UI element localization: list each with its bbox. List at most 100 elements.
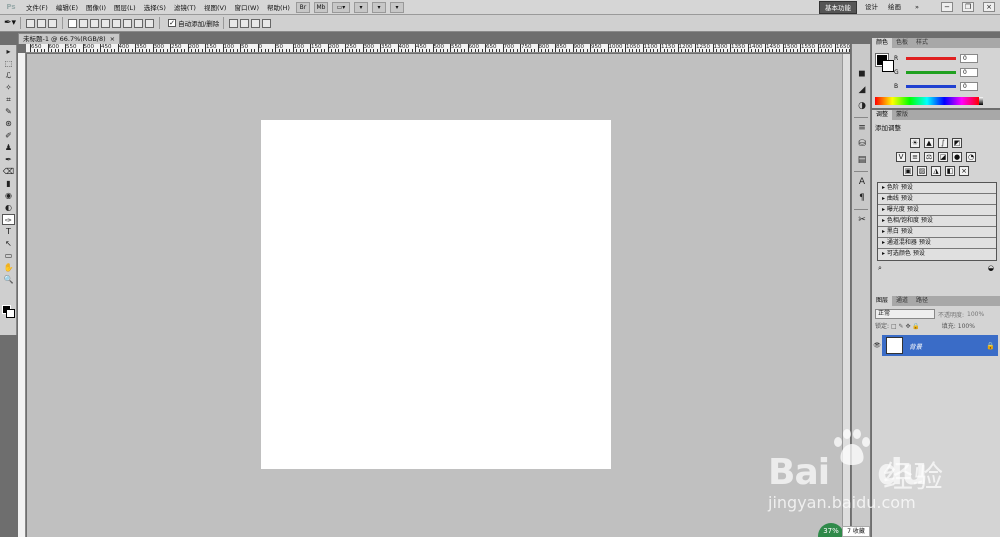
zoom-dropdown[interactable]: ▾ [353,1,368,13]
navigator-panel-icon[interactable]: ◢ [854,83,870,98]
move-tool-icon[interactable]: ▸ [2,46,15,57]
fill-pixels-icon[interactable] [48,18,58,28]
clone-stamp-tool-icon[interactable]: ♟ [2,142,15,153]
shape-tool-icon[interactable]: ▭ [2,250,15,261]
close-icon[interactable]: × [983,2,995,12]
lock-icons[interactable]: □ ✎ ✥ 🔒 [891,323,920,330]
tab-adjustments[interactable]: 调整 [872,110,893,120]
type-tool-icon[interactable]: T [2,226,15,237]
color-spectrum-bar[interactable] [875,97,979,105]
list-item[interactable]: ▸ 色相/饱和度 预设 [878,216,996,227]
hand-tool-icon[interactable]: ✋ [2,262,15,273]
vibrance-icon[interactable]: V [896,152,906,162]
healing-brush-tool-icon[interactable]: ⊛ [2,118,15,129]
list-item[interactable]: ▸ 色阶 预设 [878,183,996,194]
path-exclude-icon[interactable] [262,18,272,28]
list-item[interactable]: ▸ 曲线 预设 [878,194,996,205]
menu-help[interactable]: 帮助(H) [263,2,294,12]
path-intersect-icon[interactable] [251,18,261,28]
channel-mixer-icon[interactable]: ◔ [966,152,976,162]
path-subtract-icon[interactable] [240,18,250,28]
blur-tool-icon[interactable]: ◉ [2,190,15,201]
lasso-tool-icon[interactable]: ℒ [2,70,15,81]
screen-mode-button[interactable]: ▾ [389,1,404,13]
close-document-icon[interactable]: × [110,34,115,44]
black-white-ramp[interactable] [979,97,983,105]
history-brush-tool-icon[interactable]: ✒ [2,154,15,165]
menu-filter[interactable]: 滤镜(T) [170,2,200,12]
gradient-map-icon[interactable]: ◧ [945,166,955,176]
tab-styles[interactable]: 样式 [912,38,932,48]
threshold-icon[interactable]: ◮ [931,166,941,176]
crop-tool-icon[interactable]: ⌗ [2,94,15,105]
custom-shape-icon[interactable] [145,18,155,28]
tab-masks[interactable]: 蒙版 [892,110,912,120]
eye-icon[interactable]: 👁 [872,335,882,356]
document-tab[interactable]: 未标题-1 @ 66.7%(RGB/8) × [18,33,121,44]
red-slider[interactable] [906,56,956,60]
blue-slider[interactable] [906,84,956,88]
arrange-documents-button[interactable]: ▾ [371,1,386,13]
tab-paths[interactable]: 路径 [912,296,932,306]
invert-icon[interactable]: ▣ [903,166,913,176]
rectangle-icon[interactable] [90,18,100,28]
polygon-icon[interactable] [123,18,133,28]
list-item[interactable]: ▸ 黑白 预设 [878,227,996,238]
layer-name[interactable]: 背景 [909,341,986,351]
vertical-ruler[interactable] [18,53,26,537]
hue-saturation-icon[interactable]: ≡ [910,152,920,162]
history-panel-icon[interactable]: ◼ [854,67,870,82]
photo-filter-icon[interactable]: ● [952,152,962,162]
list-item[interactable]: ▸ 可选颜色 预设 [878,249,996,260]
list-item[interactable]: ▸ 曝光度 预设 [878,205,996,216]
canvas-area[interactable] [27,54,850,537]
pen-tool-preset-icon[interactable]: ✒▾ [4,18,16,28]
blend-mode-select[interactable]: 正常 [875,309,935,319]
posterize-icon[interactable]: ▨ [917,166,927,176]
brush-presets-icon[interactable]: ≡ [854,121,870,136]
ellipse-icon[interactable] [112,18,122,28]
levels-icon[interactable]: ▲ [924,138,934,148]
background-color-picker[interactable] [882,60,894,72]
selective-color-icon[interactable]: ⨯ [959,166,969,176]
exposure-icon[interactable]: ◩ [952,138,962,148]
menu-select[interactable]: 选择(S) [140,2,170,12]
menu-window[interactable]: 窗口(W) [230,2,263,12]
workspace-more[interactable]: » [912,1,922,14]
toggle-visibility-icon[interactable]: ◒ [988,264,994,273]
red-value-input[interactable]: 0 [960,53,978,63]
tab-swatches[interactable]: 色板 [892,38,912,48]
restore-icon[interactable]: ❐ [962,2,974,12]
workspace-painting[interactable]: 绘画 [885,1,904,14]
path-add-icon[interactable] [229,18,239,28]
black-white-icon[interactable]: ◪ [938,152,948,162]
auto-add-delete-checkbox[interactable]: ✓ [168,19,177,27]
fill-value[interactable]: 100% [958,323,975,330]
character-panel-icon[interactable]: A [854,175,870,190]
layer-comps-icon[interactable]: ▤ [854,153,870,168]
color-balance-icon[interactable]: ⚖ [924,152,934,162]
blue-value-input[interactable]: 0 [960,81,978,91]
auto-add-delete-option[interactable]: ✓ 自动添加/删除 [168,18,219,28]
line-icon[interactable] [134,18,144,28]
info-panel-icon[interactable]: ◑ [854,99,870,114]
layer-row[interactable]: 👁 背景 🔒 [872,335,998,356]
paths-icon[interactable] [37,18,47,28]
brush-tool-icon[interactable]: ✐ [2,130,15,141]
eyedropper-tool-icon[interactable]: ✎ [2,106,15,117]
rounded-rectangle-icon[interactable] [101,18,111,28]
green-value-input[interactable]: 0 [960,67,978,77]
shape-layers-icon[interactable] [26,18,36,28]
menu-edit[interactable]: 编辑(E) [52,2,82,12]
green-slider[interactable] [906,70,956,74]
favorite-count[interactable]: 7 收藏 [842,526,870,537]
clip-to-layer-icon[interactable]: ⌕ [878,264,882,273]
path-selection-tool-icon[interactable]: ↖ [2,238,15,249]
dodge-tool-icon[interactable]: ◐ [2,202,15,213]
quick-select-tool-icon[interactable]: ✧ [2,82,15,93]
workspace-essentials[interactable]: 基本功能 [819,1,857,14]
menu-file[interactable]: 文件(F) [22,2,52,12]
document-canvas[interactable] [261,120,611,469]
tool-presets-icon[interactable]: ✂ [854,213,870,228]
list-item[interactable]: ▸ 通道混和器 预设 [878,238,996,249]
